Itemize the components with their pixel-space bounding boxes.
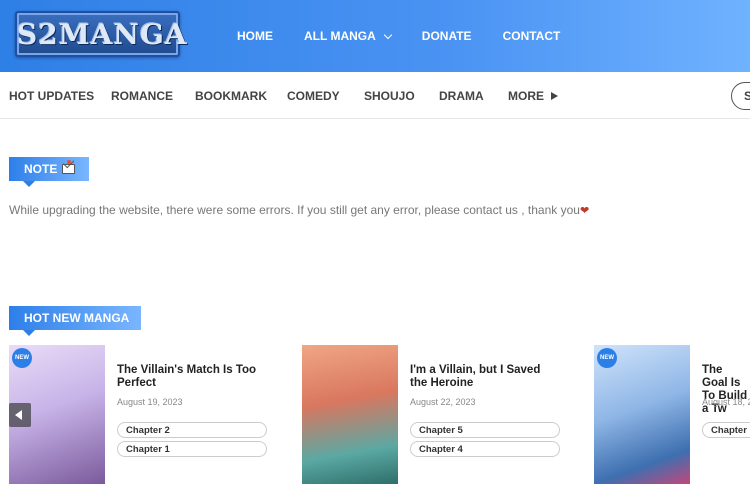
site-logo[interactable]: S2MANGA	[15, 11, 188, 57]
subnav-shoujo[interactable]: SHOUJO	[364, 89, 415, 103]
nav-donate[interactable]: DONATE	[422, 29, 472, 43]
note-heading: NOTE	[9, 157, 89, 187]
chapter-link[interactable]: Chapter	[702, 422, 750, 438]
manga-date: August 19, 2023	[117, 397, 183, 407]
hot-new-heading: HOT NEW MANGA	[9, 306, 141, 336]
subnav-comedy[interactable]: COMEDY	[287, 89, 340, 103]
subnav-drama[interactable]: DRAMA	[439, 89, 484, 103]
new-badge: NEW	[597, 348, 617, 368]
manga-title[interactable]: The Goal Is To Build a Tw	[702, 364, 750, 416]
subnav-romance[interactable]: ROMANCE	[111, 89, 173, 103]
nav-all-manga[interactable]: ALL MANGA	[304, 29, 393, 43]
hot-new-heading-label: HOT NEW MANGA	[24, 311, 130, 325]
chevron-down-icon	[383, 30, 393, 39]
note-message-text: While upgrading the website, there were …	[9, 203, 580, 217]
subnav-bookmark[interactable]: BOOKMARK	[195, 89, 267, 103]
carousel-prev-button[interactable]	[9, 403, 31, 427]
envelope-icon	[62, 160, 76, 174]
chapter-link[interactable]: Chapter 5	[410, 422, 560, 438]
subnav-more-label: MORE	[508, 89, 544, 103]
note-heading-label: NOTE	[24, 162, 58, 176]
manga-date: August 22, 2023	[410, 397, 476, 407]
chapter-link[interactable]: Chapter 1	[117, 441, 267, 457]
heart-icon: ❤	[579, 205, 590, 217]
site-header: S2MANGA HOME ALL MANGA DONATE CONTACT	[0, 0, 750, 72]
main-nav: HOME ALL MANGA DONATE CONTACT	[237, 0, 591, 72]
manga-cover[interactable]: NEW	[594, 345, 690, 484]
logo-text: S2MANGA	[17, 18, 188, 51]
caret-right-icon	[551, 91, 558, 100]
nav-contact[interactable]: CONTACT	[503, 29, 561, 43]
note-message: While upgrading the website, there were …	[9, 203, 589, 217]
new-badge: NEW	[12, 348, 32, 368]
subnav-more[interactable]: MORE	[508, 89, 558, 103]
manga-title[interactable]: I'm a Villain, but I Saved the Heroine	[410, 364, 560, 390]
manga-cover[interactable]	[302, 345, 398, 484]
nav-all-manga-label: ALL MANGA	[304, 29, 376, 43]
manga-title[interactable]: The Villain's Match Is Too Perfect	[117, 364, 267, 390]
genre-nav: HOT UPDATES ROMANCE BOOKMARK COMEDY SHOU…	[0, 72, 750, 119]
chapter-link[interactable]: Chapter 4	[410, 441, 560, 457]
subnav-hot-updates[interactable]: HOT UPDATES	[9, 89, 94, 103]
manga-date: August 18, 2	[702, 397, 750, 407]
chapter-link[interactable]: Chapter 2	[117, 422, 267, 438]
nav-home[interactable]: HOME	[237, 29, 273, 43]
